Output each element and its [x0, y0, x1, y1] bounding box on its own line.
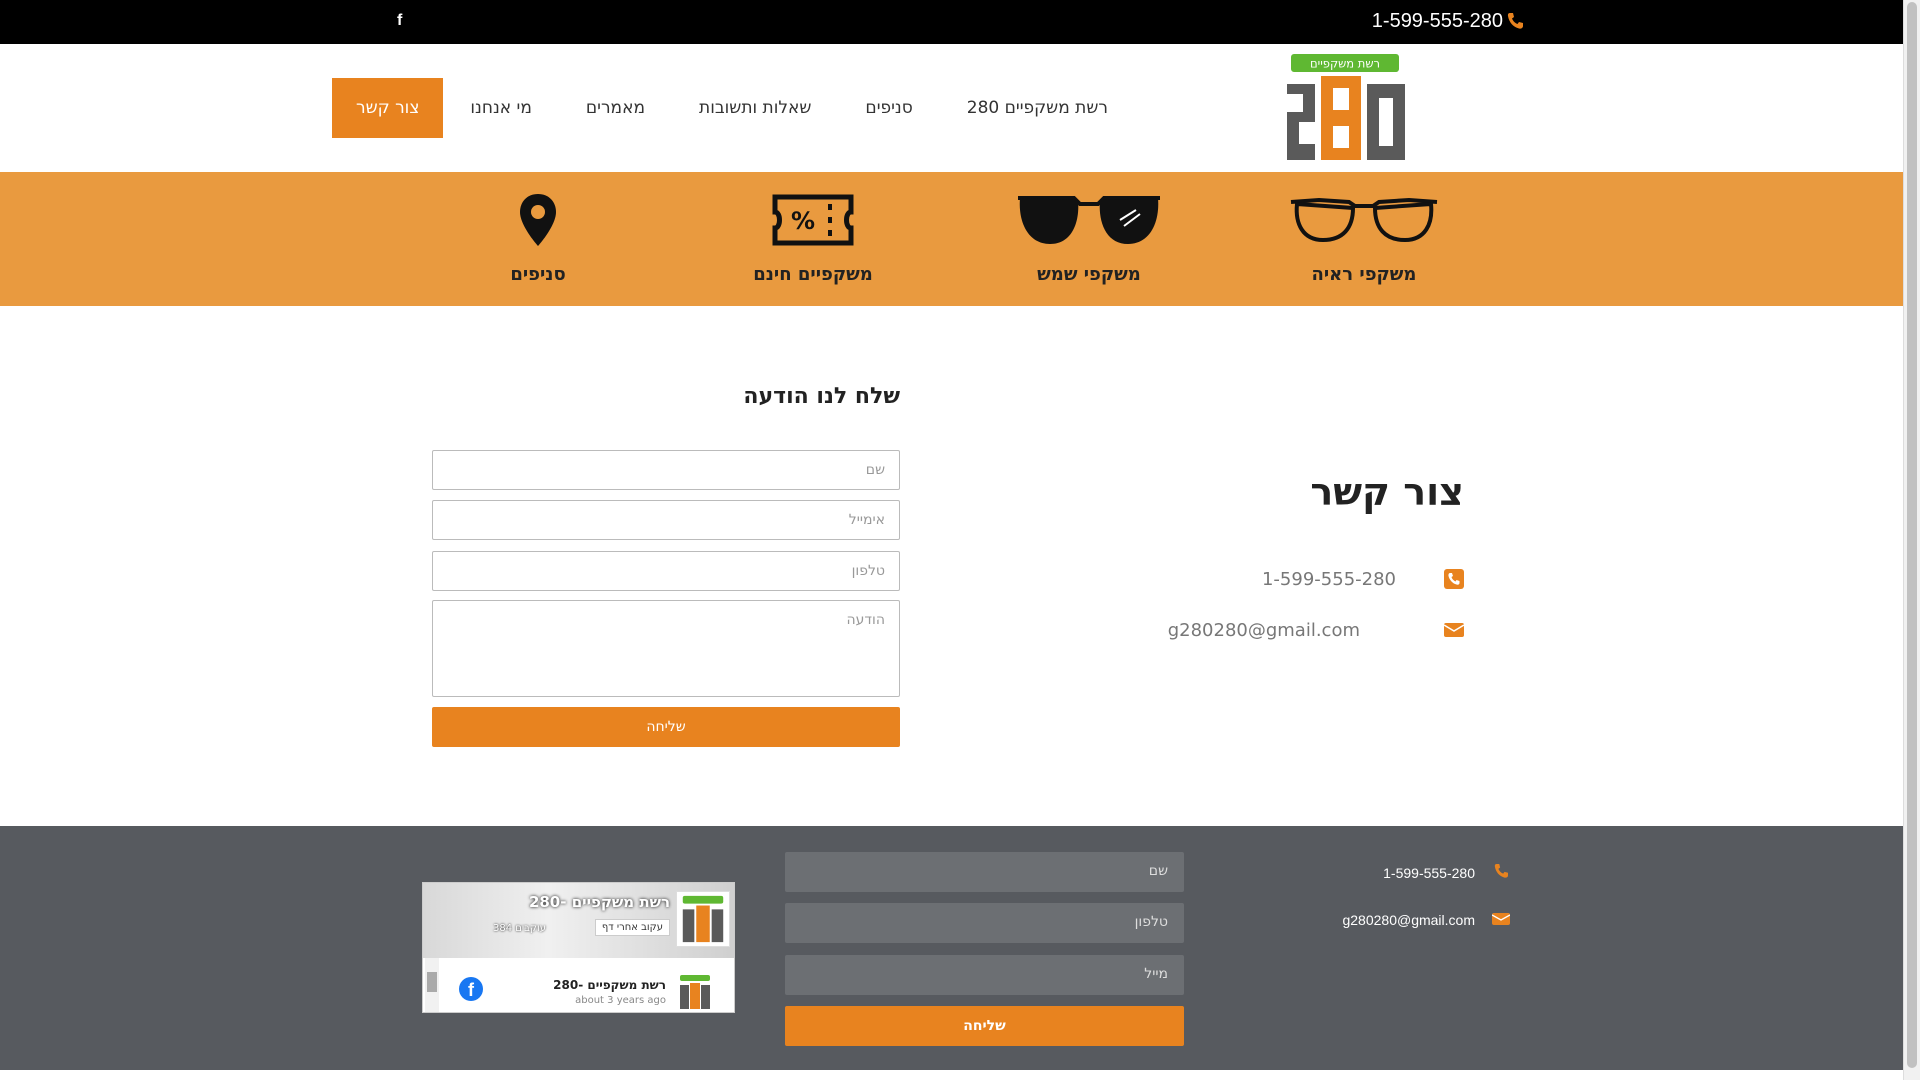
category-branches[interactable]: סניפים: [448, 190, 628, 285]
facebook-post-name[interactable]: 280- רשת משקפיים: [553, 978, 666, 992]
footer-email-field[interactable]: מייל: [785, 955, 1184, 995]
facebook-followers: 384 עוקבים: [493, 923, 546, 934]
phone-field[interactable]: טלפון: [432, 551, 900, 591]
facebook-post-avatar: [680, 975, 710, 1009]
facebook-page-avatar: [676, 891, 730, 947]
name-field[interactable]: שם: [432, 450, 900, 490]
footer-bottom-strip: [0, 1070, 1903, 1080]
svg-text:%: %: [791, 207, 815, 235]
message-field[interactable]: הודעה: [432, 600, 900, 697]
nav-item-home[interactable]: רשת משקפיים 280: [940, 78, 1135, 138]
facebook-icon: f: [459, 977, 483, 1001]
nav-item-about[interactable]: מי אנחנו: [443, 78, 558, 138]
footer-send-button[interactable]: שליחה: [785, 1006, 1184, 1046]
site-header: רשת משקפיים 280 סניפים שאלות ותשובות מאמ…: [0, 44, 1903, 172]
map-pin-icon: [520, 194, 556, 246]
envelope-icon: [1492, 913, 1510, 925]
facebook-page-widget[interactable]: 280- רשת משקפיים עקוב אחרי דף 384 עוקבים…: [422, 882, 735, 1013]
email-field[interactable]: אימייל: [432, 500, 900, 540]
nav-item-contact[interactable]: צור קשר: [331, 78, 444, 138]
category-eyeglasses[interactable]: משקפי ראיה: [1274, 190, 1454, 285]
category-bar: משקפי ראיה משקפי שמש % משקפיים חינם סניפ…: [0, 172, 1903, 306]
top-phone-number[interactable]: 1-599-555-280: [1372, 10, 1503, 33]
sunglasses-icon: [1018, 196, 1160, 244]
facebook-follow-button[interactable]: עקוב אחרי דף: [594, 919, 670, 936]
discount-ticket-icon: %: [772, 194, 854, 246]
category-label: סניפים: [510, 264, 566, 285]
site-logo[interactable]: רשת משקפיים: [1285, 54, 1407, 162]
phone-icon: [1507, 13, 1523, 29]
footer-email[interactable]: g280280@gmail.com: [1300, 912, 1475, 928]
facebook-cover: 280- רשת משקפיים עקוב אחרי דף 384 עוקבים: [423, 883, 734, 958]
footer-phone-field[interactable]: טלפון: [785, 903, 1184, 943]
nav-item-faq[interactable]: שאלות ותשובות: [672, 78, 838, 138]
facebook-link[interactable]: f: [397, 12, 402, 30]
nav-item-branches[interactable]: סניפים: [838, 78, 939, 138]
top-bar: f 1-599-555-280: [0, 0, 1903, 44]
facebook-widget-scrollbar[interactable]: [425, 958, 439, 1012]
main-nav: רשת משקפיים 280 סניפים שאלות ותשובות מאמ…: [328, 78, 1135, 138]
eyeglasses-icon: [1290, 197, 1438, 243]
footer-phone[interactable]: 1-599-555-280: [1300, 865, 1475, 881]
nav-item-articles[interactable]: מאמרים: [559, 78, 672, 138]
facebook-page-name[interactable]: 280- רשת משקפיים: [529, 893, 670, 911]
footer-name-field[interactable]: שם: [785, 852, 1184, 892]
page-scrollbar[interactable]: [1903, 0, 1920, 1080]
category-label: משקפי שמש: [1037, 264, 1141, 285]
phone-icon: [1494, 864, 1508, 878]
category-label: משקפיים חינם: [753, 264, 873, 285]
facebook-post-time: about 3 years ago: [575, 995, 666, 1006]
contact-title: צור קשר: [1310, 470, 1464, 514]
phone-square-icon: [1444, 569, 1464, 589]
category-free-glasses[interactable]: % משקפיים חינם: [723, 190, 903, 285]
contact-email[interactable]: g280280@gmail.com: [1030, 620, 1430, 641]
category-label: משקפי ראיה: [1311, 264, 1417, 285]
logo-badge-text: רשת משקפיים: [1310, 57, 1380, 71]
form-title: שלח לנו הודעה: [743, 384, 900, 409]
send-button[interactable]: שליחה: [432, 707, 900, 747]
envelope-icon: [1444, 623, 1464, 637]
contact-phone[interactable]: 1-599-555-280: [1100, 569, 1396, 590]
category-sunglasses[interactable]: משקפי שמש: [999, 190, 1179, 285]
